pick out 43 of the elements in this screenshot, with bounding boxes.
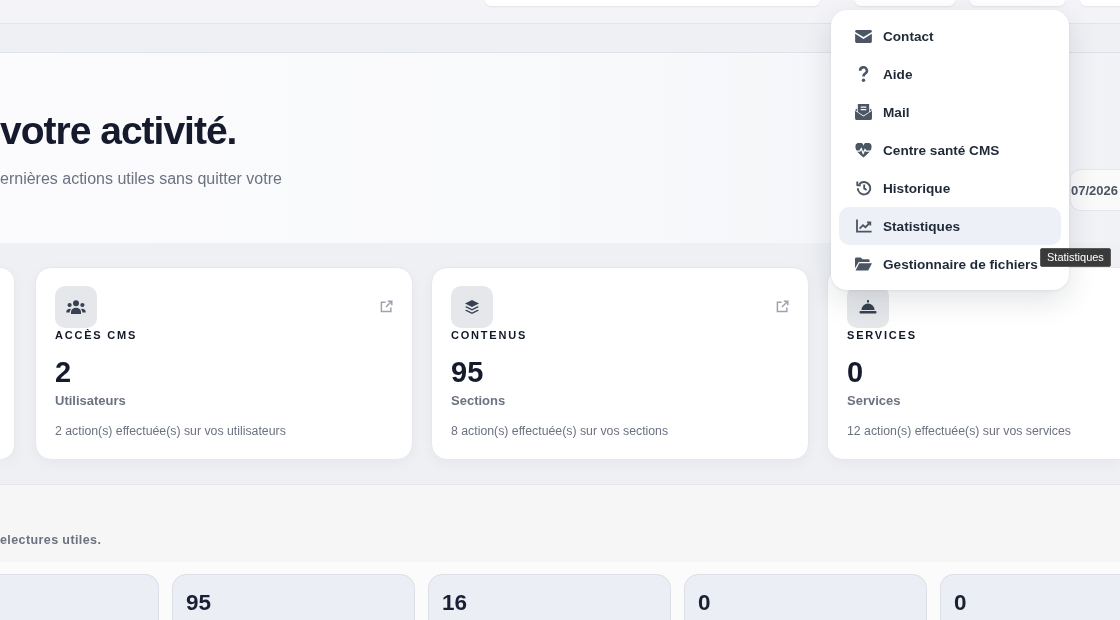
stat-value: 2 [55,355,72,389]
count-value: 0 [954,590,967,615]
history-icon [855,180,872,196]
stat-unit: Utilisateurs [55,393,126,409]
envelope-icon [855,29,872,43]
stat-label: ACCÈS CMS [55,328,138,342]
menu-item[interactable]: Centre santé CMS [839,131,1000,169]
stat-label: CONTENUS [451,328,528,342]
activity-text: 12 action(s) effectuée(s) sur vos services [847,424,1071,438]
activity-text: 2 action(s) effectuée(s) sur vos utilisateurs [55,424,286,438]
external-link-icon[interactable] [380,300,393,313]
count-value: 0 [698,590,711,615]
count-value: 16 [442,590,468,615]
menu-item[interactable]: Historique [839,169,951,207]
section-subtitle: electures utiles. [0,533,102,547]
stat-label: SERVICES [847,328,917,342]
menu-item[interactable]: Aide [839,55,913,93]
stat-value: 95 [451,355,484,389]
tooltip: Statistiques [1040,248,1111,267]
menu-item[interactable]: Gestionnaire de fichiers [839,245,1038,283]
page-subtitle: ernières actions utiles sans quitter votre [0,170,282,187]
period-chip[interactable]: 07/2026 [1070,169,1120,211]
menu-item[interactable]: Statistiques [839,207,1061,245]
header-control[interactable] [970,0,1065,6]
layers-icon [451,286,493,328]
header-control[interactable] [1080,0,1120,6]
stat-unit: Services [847,393,901,409]
header-control[interactable] [855,0,955,6]
stat-unit: Sections [451,393,506,409]
count-value: 95 [186,590,212,615]
activity-text: 8 action(s) effectuée(s) sur vos sections [451,424,669,438]
header-control[interactable] [485,0,820,6]
line-chart-icon [855,219,872,233]
stat-value: 0 [847,355,864,389]
open-envelope-icon [855,104,872,120]
users-icon [55,286,97,328]
heartbeat-icon [855,142,872,158]
menu-item[interactable]: Mail [839,93,910,131]
external-link-icon[interactable] [776,300,789,313]
question-icon [858,66,869,82]
page-heading: votre activité. [0,109,238,153]
menu-item[interactable]: Contact [839,17,934,55]
folder-icon [855,257,872,271]
